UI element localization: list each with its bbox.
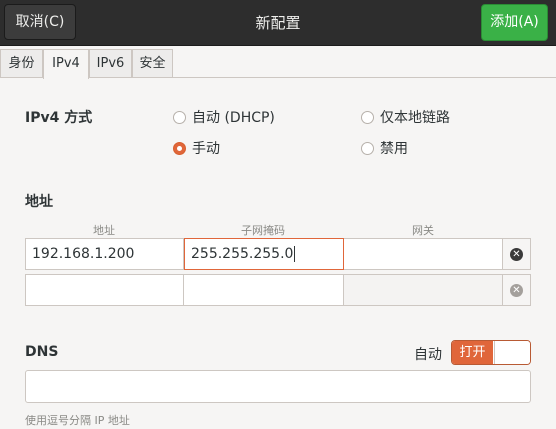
radio-label: 禁用 [380,141,408,157]
tab-security[interactable]: 安全 [132,49,173,77]
gateway-field[interactable] [344,275,502,305]
delete-icon: ✕ [510,248,523,261]
tab-ipv6[interactable]: IPv6 [89,49,132,77]
netmask-value: 255.255.255.0 [191,246,294,262]
address-row [25,274,503,306]
radio-label: 手动 [192,141,220,157]
tab-ipv4[interactable]: IPv4 [43,49,89,79]
radio-link-local-only[interactable]: 仅本地链路 [361,107,450,127]
netmask-field[interactable]: 255.255.255.0 [184,238,344,270]
radio-disabled[interactable]: 禁用 [361,138,408,158]
netmask-field[interactable] [184,275,344,305]
text-cursor [294,246,296,262]
dns-hint: 使用逗号分隔 IP 地址 [25,414,130,427]
address-row: 192.168.1.200 255.255.255.0 [25,238,503,270]
delete-row-button[interactable]: ✕ [503,274,531,306]
gateway-field[interactable] [344,239,502,269]
column-header-gateway: 网关 [412,224,434,237]
ipv4-method-label: IPv4 方式 [25,110,93,126]
radio-auto-dhcp[interactable]: 自动 (DHCP) [173,107,275,127]
radio-on-icon [173,141,186,155]
dns-auto-label: 自动 [414,347,442,363]
radio-label: 仅本地链路 [380,110,450,126]
radio-off-icon [361,141,374,155]
ipv4-settings-panel: IPv4 方式 自动 (DHCP) 仅本地链路 手动 禁用 地址 地址 子网掩码… [0,78,556,429]
dns-label: DNS [25,344,59,360]
tab-identity[interactable]: 身份 [0,49,43,77]
radio-manual[interactable]: 手动 [173,138,220,158]
delete-row-button[interactable]: ✕ [503,238,531,270]
tab-bar: 身份 IPv4 IPv6 安全 [0,46,556,79]
dns-input[interactable] [25,370,531,403]
radio-off-icon [361,110,374,124]
dns-auto-switch[interactable]: 打开 [451,340,531,365]
header-bar: 取消(C) 新配置 添加(A) [0,0,556,46]
addresses-label: 地址 [25,194,53,210]
cancel-button[interactable]: 取消(C) [4,4,76,40]
address-field[interactable] [26,275,184,305]
column-header-address: 地址 [93,224,115,237]
delete-icon: ✕ [510,284,523,297]
radio-label: 自动 (DHCP) [192,110,275,126]
address-field[interactable]: 192.168.1.200 [26,239,184,269]
column-header-netmask: 子网掩码 [241,224,285,237]
dialog-title: 新配置 [255,14,301,32]
switch-on-label: 打开 [452,341,493,364]
switch-knob [494,341,530,364]
add-button[interactable]: 添加(A) [481,4,548,41]
radio-off-icon [173,110,186,124]
